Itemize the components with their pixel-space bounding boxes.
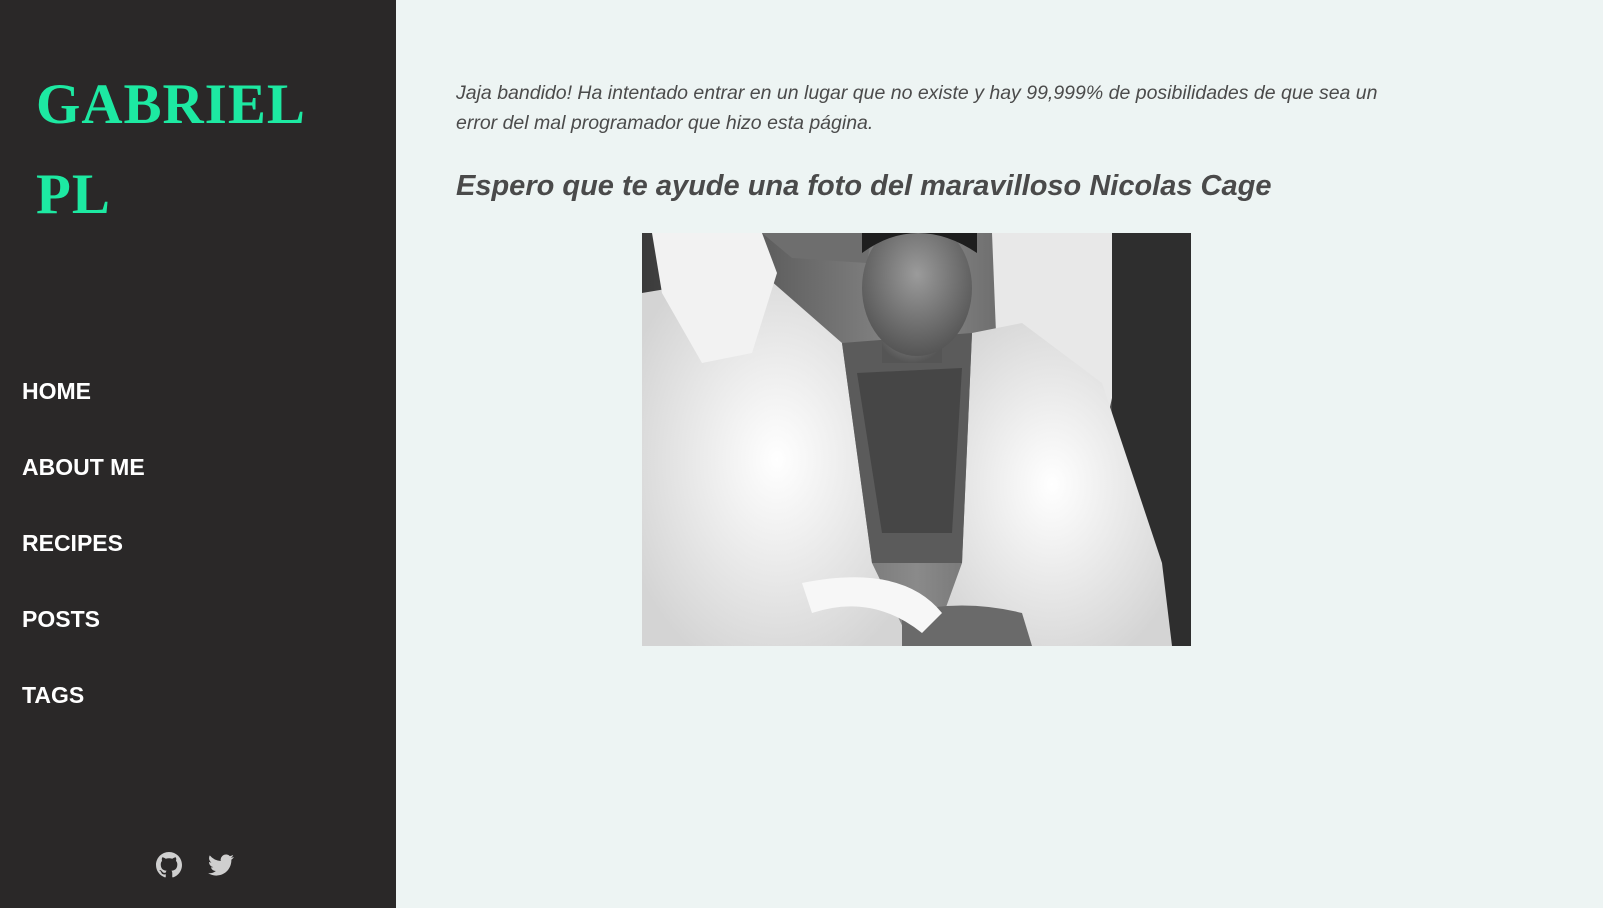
github-icon[interactable] bbox=[156, 852, 182, 878]
nav-item-tags: TAGS bbox=[22, 664, 145, 740]
social-links bbox=[156, 852, 234, 878]
nav-link-home[interactable]: HOME bbox=[22, 360, 145, 406]
main-content: Jaja bandido! Ha intentado entrar en un … bbox=[396, 0, 1603, 908]
nav-link-tags[interactable]: TAGS bbox=[22, 664, 145, 710]
site-brand-link[interactable]: GABRIEL PL bbox=[36, 60, 366, 240]
nav-item-recipes: RECIPES bbox=[22, 512, 145, 588]
nav-item-posts: POSTS bbox=[22, 588, 145, 664]
nav-item-about-me: ABOUT ME bbox=[22, 436, 145, 512]
brand-line-1: GABRIEL bbox=[36, 73, 306, 136]
not-found-message: Jaja bandido! Ha intentado entrar en un … bbox=[456, 82, 1378, 134]
nicolas-cage-photo bbox=[642, 233, 1191, 646]
photo-heading: Espero que te ayude una foto del maravil… bbox=[456, 170, 1272, 202]
brand-line-2: PL bbox=[36, 163, 111, 226]
sidebar: GABRIEL PL HOME ABOUT ME RECIPES POSTS T… bbox=[0, 0, 396, 908]
nav-link-recipes[interactable]: RECIPES bbox=[22, 512, 145, 558]
nav-link-posts[interactable]: POSTS bbox=[22, 588, 145, 634]
nav-link-about-me[interactable]: ABOUT ME bbox=[22, 436, 145, 482]
nav-item-home: HOME bbox=[22, 360, 145, 436]
twitter-icon[interactable] bbox=[208, 852, 234, 878]
main-nav: HOME ABOUT ME RECIPES POSTS TAGS bbox=[22, 360, 145, 740]
